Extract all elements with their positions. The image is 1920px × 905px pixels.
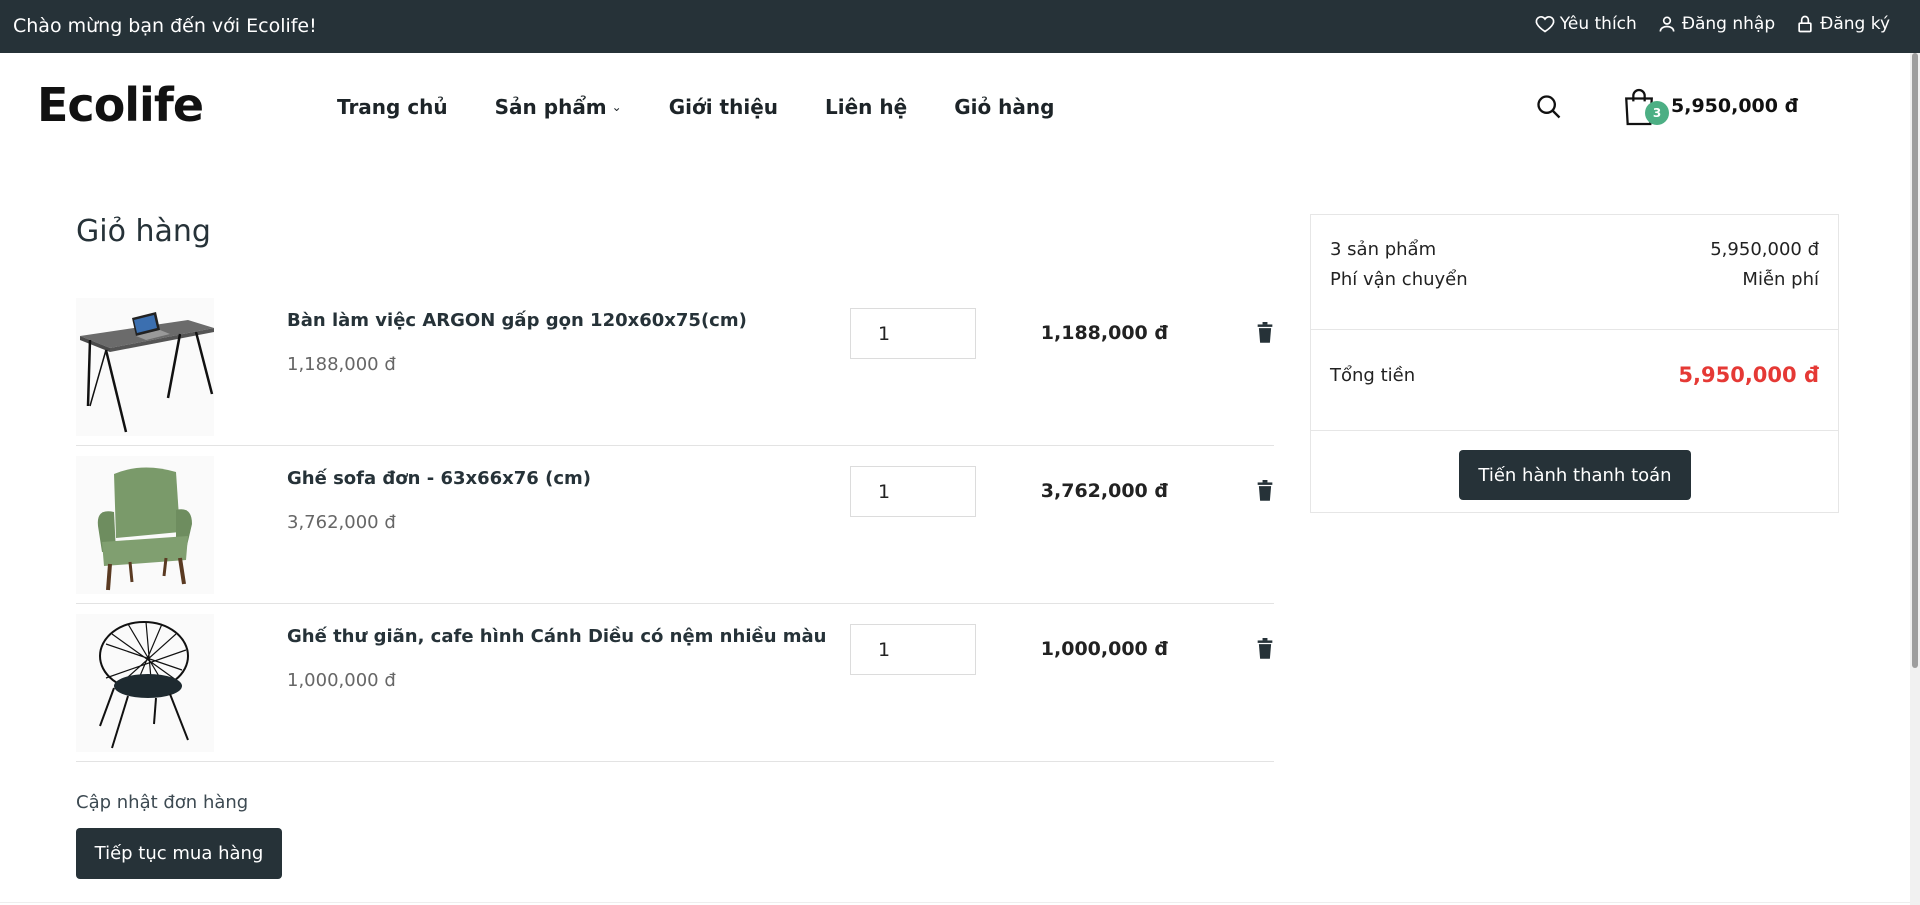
divider <box>1311 329 1838 330</box>
cart-count-badge: 3 <box>1645 101 1669 125</box>
product-unit-price: 1,188,000 đ <box>287 354 396 375</box>
product-name[interactable]: Ghế sofa đơn - 63x66x76 (cm) <box>287 468 591 489</box>
summary-items-value: 5,950,000 đ <box>1710 239 1819 260</box>
wishlist-link[interactable]: Yêu thích <box>1535 14 1637 34</box>
chevron-down-icon: ⌄ <box>611 100 622 114</box>
summary-total-row: Tổng tiền 5,950,000 đ <box>1330 363 1819 387</box>
nav-cart[interactable]: Giỏ hàng <box>954 95 1054 119</box>
summary-items-row: 3 sản phẩm 5,950,000 đ <box>1330 239 1819 260</box>
line-total: 1,000,000 đ <box>1040 638 1168 660</box>
update-order-link[interactable]: Cập nhật đơn hàng <box>76 792 248 813</box>
summary-shipping-label: Phí vận chuyển <box>1330 269 1468 290</box>
trash-icon[interactable] <box>1256 638 1274 660</box>
site-logo[interactable]: Ecolife <box>37 78 204 132</box>
wire-chair-image <box>99 621 189 749</box>
quantity-input[interactable] <box>850 308 976 359</box>
site-header: Ecolife Trang chủ Sản phẩm ⌄ Giới thiệu … <box>0 53 1910 163</box>
nav-about[interactable]: Giới thiệu <box>669 95 778 119</box>
product-image[interactable] <box>76 614 214 752</box>
heart-icon <box>1535 15 1555 33</box>
product-unit-price: 1,000,000 đ <box>287 670 396 691</box>
page-scrollbar[interactable] <box>1910 53 1920 905</box>
trash-icon[interactable] <box>1256 322 1274 344</box>
product-unit-price: 3,762,000 đ <box>287 512 396 533</box>
desk-image <box>80 312 214 433</box>
summary-total-label: Tổng tiền <box>1330 364 1416 386</box>
nav-contact[interactable]: Liên hệ <box>825 95 907 119</box>
line-total: 3,762,000 đ <box>1040 480 1168 502</box>
search-icon[interactable] <box>1535 93 1563 121</box>
wishlist-label: Yêu thích <box>1559 14 1637 34</box>
summary-items-label: 3 sản phẩm <box>1330 239 1437 260</box>
product-image[interactable] <box>76 298 214 436</box>
trash-icon[interactable] <box>1256 480 1274 502</box>
header-cart-total[interactable]: 5,950,000 đ <box>1671 95 1798 117</box>
main-nav: Trang chủ Sản phẩm ⌄ Giới thiệu Liên hệ … <box>337 95 1054 119</box>
summary-shipping-value: Miễn phí <box>1742 269 1819 290</box>
product-name[interactable]: Ghế thư giãn, cafe hình Cánh Diều có nệm… <box>287 626 827 647</box>
divider <box>0 902 1910 903</box>
summary-shipping-row: Phí vận chuyển Miễn phí <box>1330 269 1819 290</box>
register-label: Đăng ký <box>1820 14 1890 34</box>
summary-total-value: 5,950,000 đ <box>1678 363 1819 387</box>
login-label: Đăng nhập <box>1681 14 1776 34</box>
lock-icon <box>1798 15 1812 33</box>
scrollbar-thumb[interactable] <box>1912 53 1918 668</box>
line-total: 1,188,000 đ <box>1040 322 1168 344</box>
nav-products[interactable]: Sản phẩm ⌄ <box>495 95 622 119</box>
top-links: Yêu thích Đăng nhập Đăng ký <box>1535 14 1890 34</box>
page-title: Giỏ hàng <box>76 214 211 249</box>
divider <box>1311 430 1838 431</box>
top-bar: Chào mừng bạn đến với Ecolife! Yêu thích… <box>0 0 1920 53</box>
user-icon <box>1659 16 1675 32</box>
quantity-input[interactable] <box>850 466 976 517</box>
product-image[interactable] <box>76 456 214 594</box>
product-name[interactable]: Bàn làm việc ARGON gấp gọn 120x60x75(cm) <box>287 310 747 331</box>
welcome-text: Chào mừng bạn đến với Ecolife! <box>13 15 317 37</box>
cart-item-row: Ghế thư giãn, cafe hình Cánh Diều có nệm… <box>76 604 1274 762</box>
cart-item-row: Bàn làm việc ARGON gấp gọn 120x60x75(cm)… <box>76 288 1274 446</box>
quantity-input[interactable] <box>850 624 976 675</box>
checkout-button[interactable]: Tiến hành thanh toán <box>1459 450 1691 500</box>
nav-home[interactable]: Trang chủ <box>337 95 448 119</box>
cart-item-row: Ghế sofa đơn - 63x66x76 (cm) 3,762,000 đ… <box>76 446 1274 604</box>
continue-shopping-button[interactable]: Tiếp tục mua hàng <box>76 828 282 879</box>
green-armchair-image <box>97 467 192 591</box>
nav-products-label: Sản phẩm <box>494 95 607 119</box>
register-link[interactable]: Đăng ký <box>1795 14 1890 34</box>
order-summary: 3 sản phẩm 5,950,000 đ Phí vận chuyển Mi… <box>1310 214 1839 513</box>
login-link[interactable]: Đăng nhập <box>1657 14 1775 34</box>
